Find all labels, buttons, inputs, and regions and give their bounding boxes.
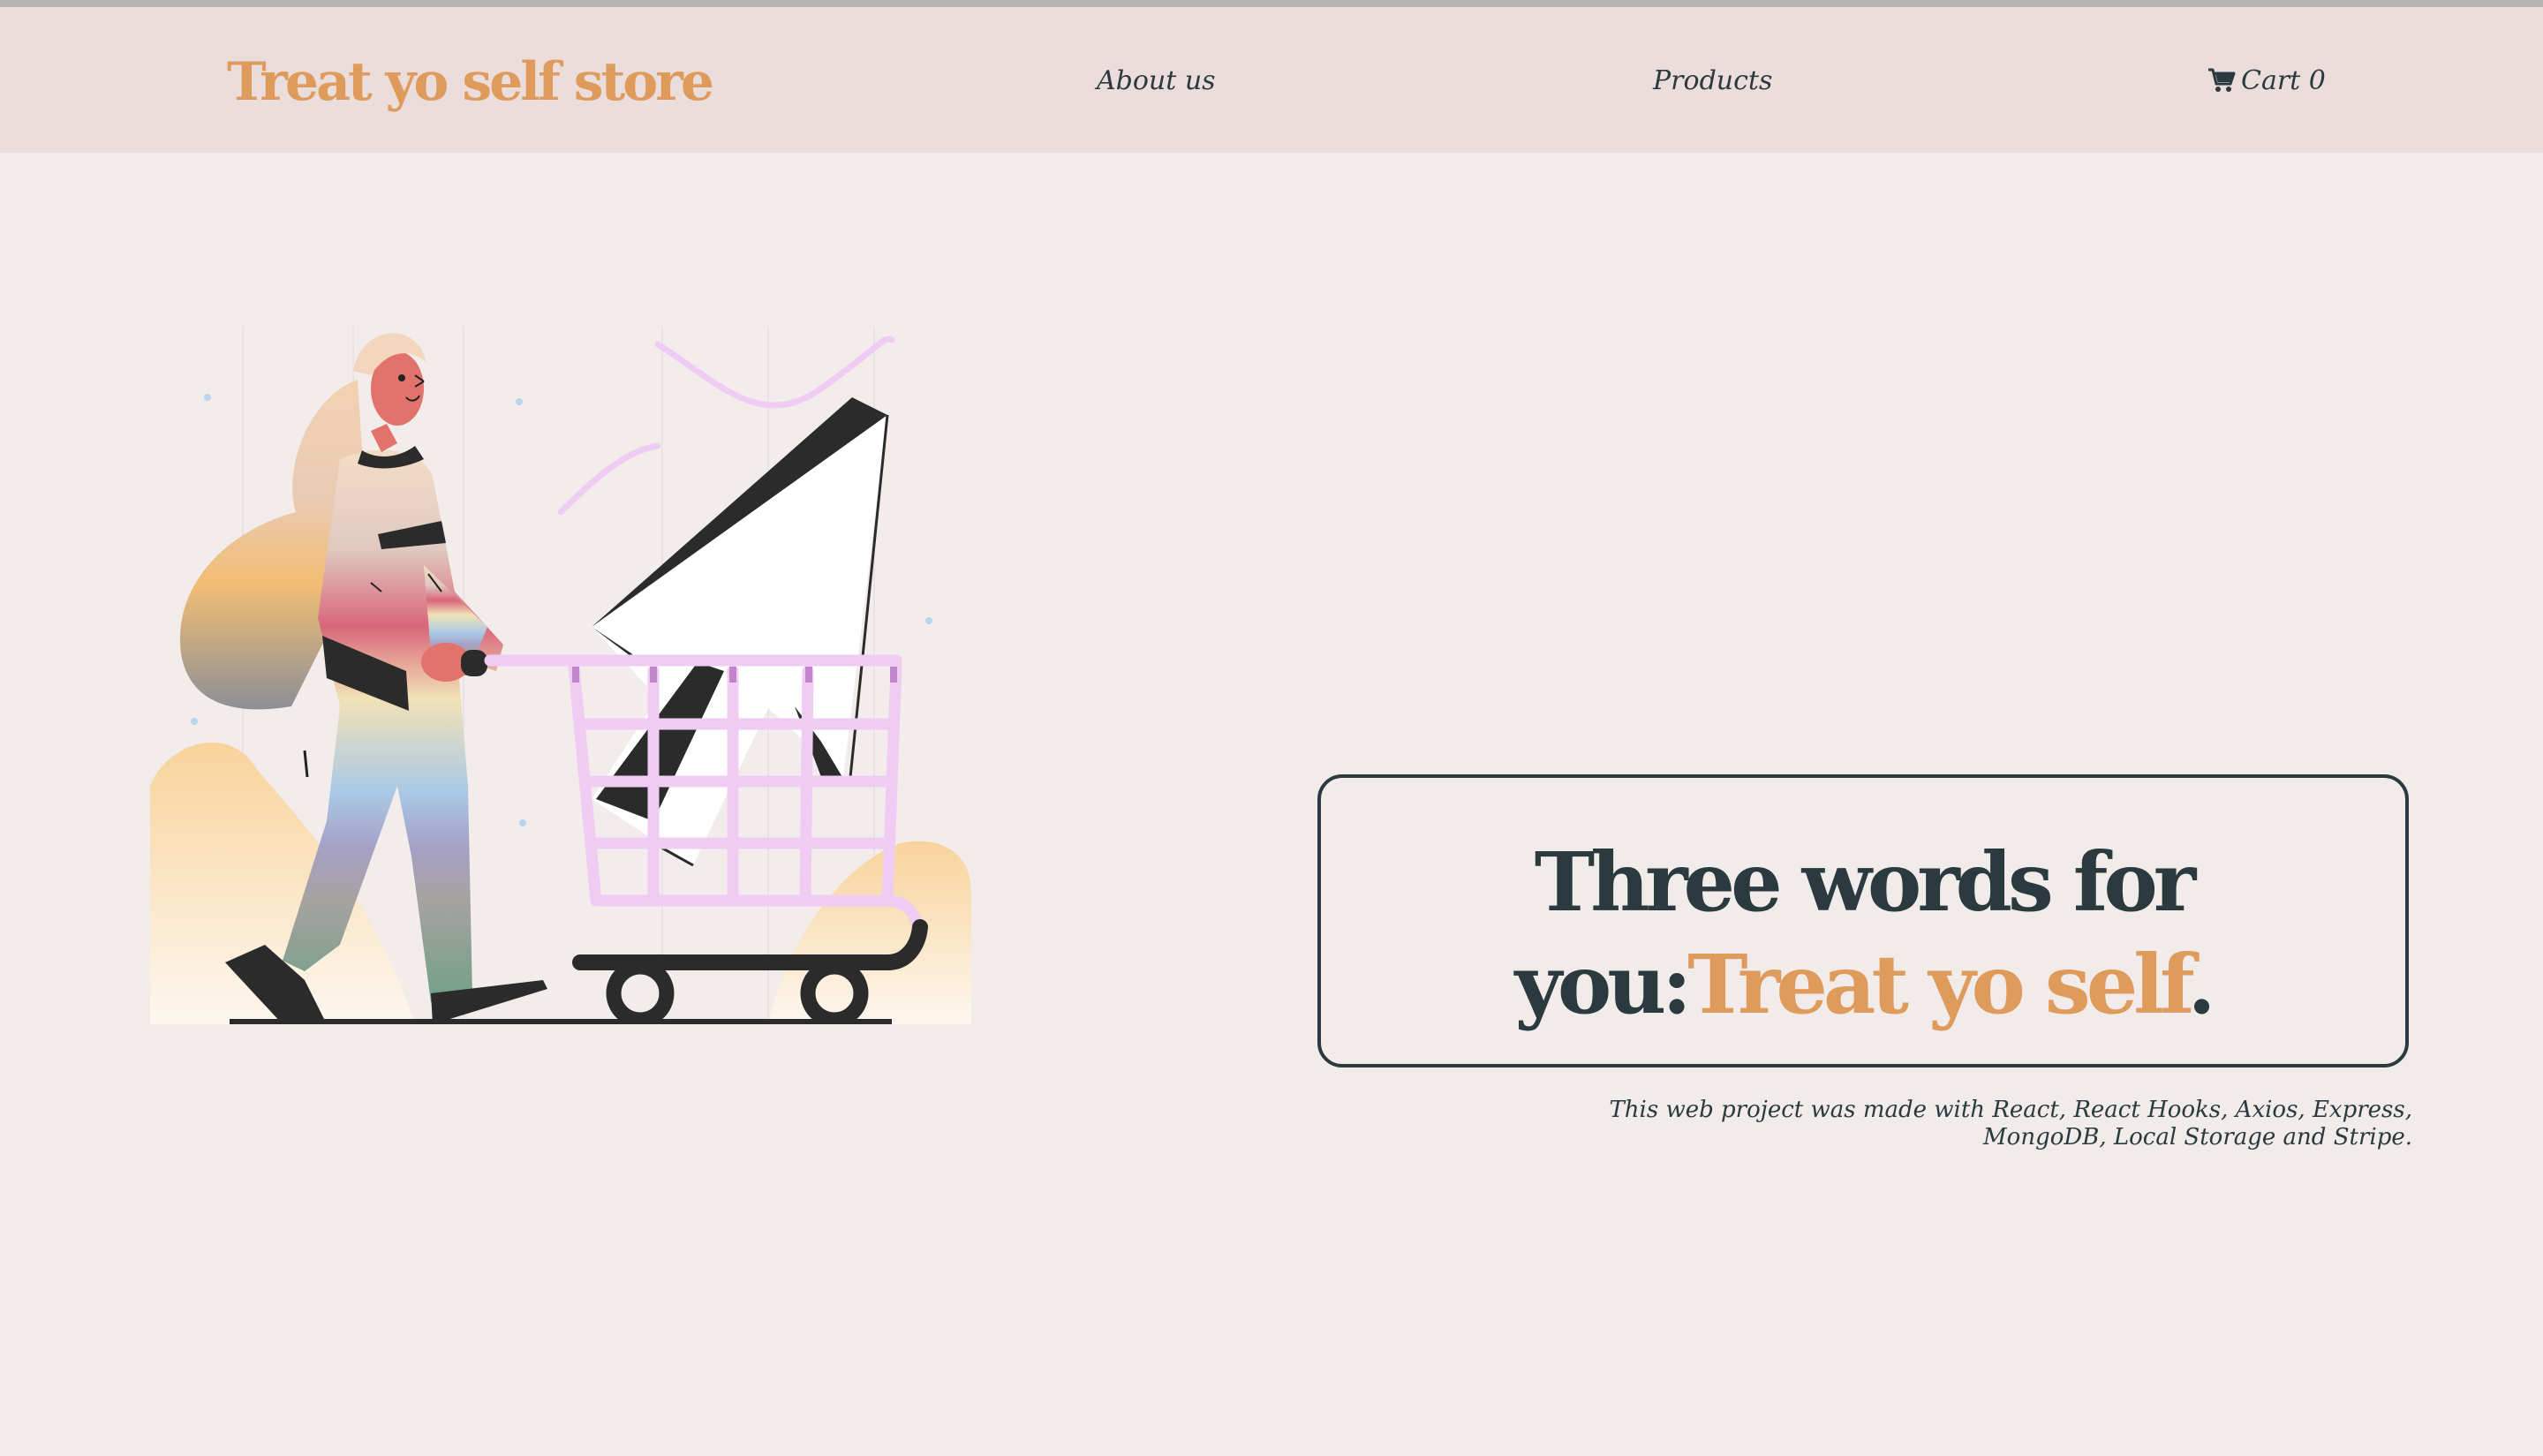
hero-tagline-box: Three words for you:Treat yo self. [1317, 774, 2409, 1067]
nav-link-cart[interactable]: Cart 0 [2207, 65, 2326, 96]
brand-logo[interactable]: Treat yo self store [227, 51, 714, 113]
hero-heading-line2: you:Treat yo self. [1321, 933, 2405, 1036]
hero-heading-line1: Three words for [1534, 834, 2197, 930]
nav-link-about[interactable]: About us [1097, 65, 1216, 96]
hero-heading-accent: Treat yo self [1687, 937, 2192, 1032]
cart-label: Cart [2241, 65, 2301, 96]
navbar: Treat yo self store About us Products Ca… [0, 7, 2543, 153]
hero-heading-you: you: [1514, 937, 1692, 1032]
credits-line-1: This web project was made with React, Re… [1609, 1097, 2412, 1123]
shopping-cart-icon [2208, 68, 2236, 92]
window-top-border [0, 0, 2543, 7]
project-credits: This web project was made with React, Re… [1360, 1097, 2412, 1151]
nav-link-products[interactable]: Products [1653, 65, 1772, 96]
credits-line-2: MongoDB, Local Storage and Stripe. [1983, 1124, 2412, 1150]
hero-shopping-illustration [150, 327, 971, 1024]
hero-heading-period: . [2187, 937, 2215, 1032]
cart-count: 0 [2308, 65, 2326, 96]
